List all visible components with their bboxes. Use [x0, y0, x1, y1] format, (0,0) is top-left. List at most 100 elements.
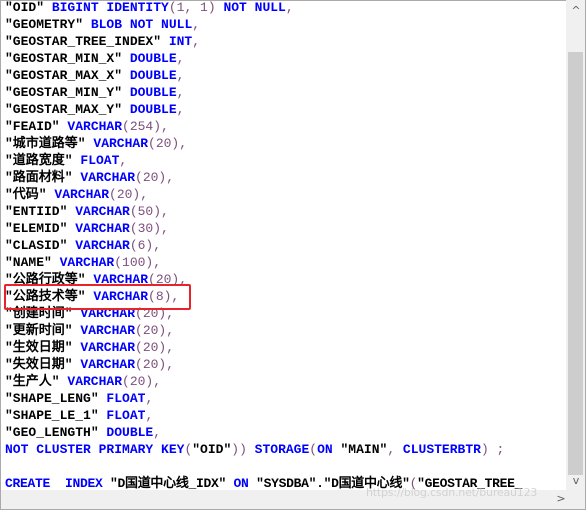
vertical-scrollbar[interactable]: ^ v [566, 0, 586, 490]
code-line: "CLASID" VARCHAR(6), [5, 237, 522, 254]
keyword-token: DOUBLE [129, 68, 177, 83]
punct-token: , [145, 408, 154, 423]
keyword-token: FLOAT [80, 153, 120, 168]
punct-token: (254), [122, 119, 169, 134]
punct-token: , [145, 391, 154, 406]
keyword-token: VARCHAR [93, 136, 149, 151]
punct-token: (30), [129, 221, 169, 236]
code-line: "ELEMID" VARCHAR(30), [5, 220, 522, 237]
keyword-token: CLUSTERBTR [402, 442, 481, 457]
keyword-token: VARCHAR [54, 187, 110, 202]
punct-token: ( [309, 442, 318, 457]
vertical-scroll-thumb[interactable] [568, 52, 583, 475]
keyword-token: VARCHAR [80, 340, 136, 355]
punct-token: ) ; [480, 442, 505, 457]
punct-token: , [387, 442, 403, 457]
keyword-token: VARCHAR [59, 255, 115, 270]
punct-token: (100), [114, 255, 162, 270]
identifier-token: "代码" [5, 187, 55, 202]
punct-token: (20), [148, 136, 188, 151]
keyword-token: VARCHAR [80, 170, 136, 185]
code-line: "SHAPE_LE_1" FLOAT, [5, 407, 522, 424]
identifier-token: "D国道中心线_IDX" [110, 476, 234, 491]
identifier-token: "GEOSTAR_TREE_INDEX" [5, 34, 169, 49]
punct-token: )) [231, 442, 255, 457]
keyword-token: VARCHAR [75, 204, 130, 219]
code-line: "ENTIID" VARCHAR(50), [5, 203, 522, 220]
identifier-token: "NAME" [5, 255, 60, 270]
identifier-token: "ENTIID" [5, 204, 76, 219]
punct-token: , [192, 34, 201, 49]
punct-token: (20), [135, 323, 175, 338]
code-line: "GEOSTAR_MAX_X" DOUBLE, [5, 67, 522, 84]
identifier-token: "OID" [192, 442, 232, 457]
punct-token: (20), [122, 374, 162, 389]
code-line: "失效日期" VARCHAR(20), [5, 356, 522, 373]
punct-token: (20), [135, 170, 175, 185]
code-line: "GEOSTAR_MIN_X" DOUBLE, [5, 50, 522, 67]
punct-token: (1, 1) [168, 0, 224, 15]
scroll-down-icon[interactable]: v [566, 474, 586, 487]
sql-editor[interactable]: "OID" BIGINT IDENTITY(1, 1) NOT NULL, "GE… [0, 0, 566, 492]
keyword-token: FLOAT [106, 391, 146, 406]
keyword-token: FLOAT [106, 408, 146, 423]
keyword-token: DOUBLE [129, 85, 177, 100]
identifier-token: "GEOSTAR_MAX_Y" [5, 102, 130, 117]
scroll-up-icon[interactable]: ^ [566, 4, 586, 17]
keyword-token: NOT CLUSTER PRIMARY KEY [5, 442, 185, 457]
keyword-token: DOUBLE [129, 51, 177, 66]
identifier-token: "城市道路等" [5, 136, 94, 151]
code-line: "GEOMETRY" BLOB NOT NULL, [5, 16, 522, 33]
punct-token: , [176, 51, 185, 66]
punct-token: , [176, 68, 185, 83]
keyword-token: VARCHAR [80, 323, 136, 338]
code-line: "FEAID" VARCHAR(254), [5, 118, 522, 135]
code-line: "SHAPE_LENG" FLOAT, [5, 390, 522, 407]
identifier-token: "生产人" [5, 374, 68, 389]
punct-token: , [285, 0, 294, 15]
code-line: "生效日期" VARCHAR(20), [5, 339, 522, 356]
identifier-token: "FEAID" [5, 119, 68, 134]
highlight-box [4, 284, 191, 310]
identifier-token: "MAIN" [340, 442, 388, 457]
identifier-token: "SHAPE_LENG" [5, 391, 107, 406]
code-line: "NAME" VARCHAR(100), [5, 254, 522, 271]
keyword-token: VARCHAR [75, 238, 130, 253]
punct-token: (6), [129, 238, 162, 253]
identifier-token: "失效日期" [5, 357, 81, 372]
identifier-token: "更新时间" [5, 323, 81, 338]
code-line: "GEOSTAR_MIN_Y" DOUBLE, [5, 84, 522, 101]
code-line: NOT CLUSTER PRIMARY KEY("OID")) STORAGE(… [5, 441, 522, 458]
keyword-token: VARCHAR [67, 119, 123, 134]
punct-token: (20), [109, 187, 149, 202]
code-line: "路面材料" VARCHAR(20), [5, 169, 522, 186]
identifier-token: "路面材料" [5, 170, 81, 185]
identifier-token: "ELEMID" [5, 221, 76, 236]
code-line: "道路宽度" FLOAT, [5, 152, 522, 169]
punct-token: , [176, 85, 185, 100]
keyword-token: VARCHAR [75, 221, 130, 236]
keyword-token: INT [168, 34, 193, 49]
identifier-token: "GEOSTAR_MIN_Y" [5, 85, 130, 100]
punct-token: (20), [135, 340, 175, 355]
code-text: "OID" BIGINT IDENTITY(1, 1) NOT NULL, "GE… [5, 0, 522, 492]
keyword-token: VARCHAR [80, 357, 136, 372]
code-line: "GEO_LENGTH" DOUBLE, [5, 424, 522, 441]
punct-token: , [153, 425, 162, 440]
identifier-token: "GEOSTAR_MAX_X" [5, 68, 130, 83]
keyword-token: VARCHAR [67, 374, 123, 389]
keyword-token: BIGINT IDENTITY [51, 0, 169, 15]
identifier-token: "GEOMETRY" [5, 17, 91, 32]
keyword-token: DOUBLE [129, 102, 177, 117]
identifier-token: "OID" [5, 0, 52, 15]
code-line: "GEOSTAR_TREE_INDEX" INT, [5, 33, 522, 50]
keyword-token: NOT NULL [223, 0, 286, 15]
code-line: "OID" BIGINT IDENTITY(1, 1) NOT NULL, [5, 0, 522, 16]
code-line: "代码" VARCHAR(20), [5, 186, 522, 203]
scroll-right-icon[interactable]: > [551, 492, 571, 505]
identifier-token: "SHAPE_LE_1" [5, 408, 107, 423]
punct-token: (50), [129, 204, 169, 219]
code-line: "GEOSTAR_MAX_Y" DOUBLE, [5, 101, 522, 118]
keyword-token: ON [233, 476, 257, 491]
